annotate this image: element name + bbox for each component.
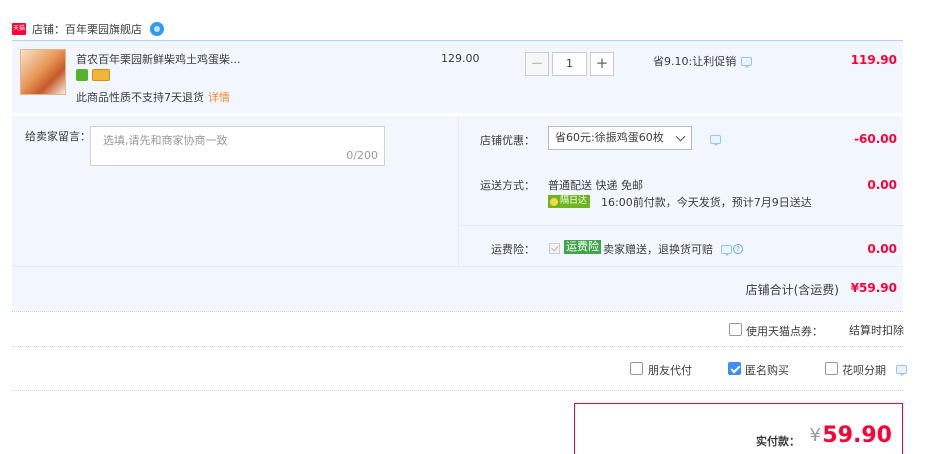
shop-total-value: ¥59.90 <box>850 281 897 295</box>
insurance-text: 卖家赠送，退换货可赔 <box>603 243 713 256</box>
wangwang-chat-icon[interactable] <box>150 22 164 36</box>
anonymous-purchase-checkbox[interactable] <box>728 362 741 375</box>
promotion-info-icon[interactable] <box>741 56 753 68</box>
unit-price: 129.00 <box>441 52 480 65</box>
quantity-stepper: − 1 + <box>525 52 614 76</box>
order-options-right: 店铺优惠： 省60元:徐振鸡蛋60枚 -60.00 运送方式： 普通配送 快递 … <box>458 116 904 266</box>
shop-coupon-select[interactable]: 省60元:徐振鸡蛋60枚 <box>548 126 692 150</box>
shipping-label: 运送方式： <box>480 179 535 192</box>
order-options-panel: 给卖家留言： 选填,请先和商家协商一致 0/200 店铺优惠： 省60元:徐振鸡… <box>12 116 904 266</box>
section-divider <box>12 390 903 391</box>
item-subtotal: 119.90 <box>850 53 897 67</box>
promotion-text: 省9.10:让利促销 <box>653 55 737 68</box>
quantity-input[interactable]: 1 <box>552 52 587 76</box>
section-divider <box>12 346 903 347</box>
shop-header: 天猫 店铺：百年栗园旗舰店 <box>12 18 164 40</box>
huabei-installment-checkbox[interactable] <box>825 362 838 375</box>
product-title[interactable]: 首农百年栗园新鲜柴鸡土鸡蛋柴... <box>76 51 241 67</box>
insurance-description: 卖家赠送，退换货可赔 ? <box>603 241 743 257</box>
anonymous-purchase-label: 匿名购买 <box>745 364 789 377</box>
tmall-points-note: 结算时扣除 <box>849 324 904 337</box>
shop-name[interactable]: 店铺：百年栗园旗舰店 <box>32 21 142 37</box>
shipping-method: 普通配送 快递 免邮 <box>548 179 643 192</box>
shop-coupon-selected: 省60元:徐振鸡蛋60枚 <box>555 131 664 144</box>
product-service-tags <box>76 69 110 81</box>
seller-message-char-count: 0/200 <box>346 149 378 162</box>
shop-coupon-label: 店铺优惠： <box>480 134 535 147</box>
insurance-chat-icon[interactable] <box>721 244 732 256</box>
credit-card-icon[interactable] <box>92 69 110 81</box>
actual-payment-amount: 59.90 <box>822 423 892 448</box>
actual-payment-label: 实付款： <box>756 435 800 448</box>
item-promotion: 省9.10:让利促销 <box>653 53 753 69</box>
return-policy-text: 此商品性质不支持7天退货 <box>76 91 204 104</box>
friend-pay-checkbox[interactable] <box>630 362 643 375</box>
coupon-info-icon[interactable] <box>710 135 721 146</box>
coupon-amount: -60.00 <box>854 132 897 146</box>
increase-quantity-button[interactable]: + <box>590 52 614 76</box>
return-policy-note: 此商品性质不支持7天退货 详情 <box>76 89 230 105</box>
huabei-installment-label: 花呗分期 <box>842 364 886 377</box>
next-day-badge: 隔日达 <box>548 195 591 208</box>
return-policy-details-link[interactable]: 详情 <box>208 91 230 104</box>
seller-message-label: 给卖家留言： <box>25 130 91 143</box>
next-day-badge-text: 隔日达 <box>560 196 588 206</box>
seller-message-textarea[interactable]: 选填,请先和商家协商一致 0/200 <box>90 126 385 166</box>
insurance-amount: 0.00 <box>867 242 897 256</box>
insurance-checkbox <box>549 243 560 254</box>
shipping-amount: 0.00 <box>867 178 897 192</box>
insurance-label: 运费险： <box>491 243 535 256</box>
guarantee-icon[interactable] <box>76 69 88 81</box>
actual-payment-box: 实付款： ¥ 59.90 <box>574 403 903 454</box>
insurance-tag: 运费险 <box>564 240 601 254</box>
help-icon[interactable]: ? <box>733 244 743 254</box>
tmall-points-checkbox[interactable] <box>729 323 742 336</box>
clock-icon <box>550 197 558 206</box>
section-divider <box>12 311 903 312</box>
product-thumbnail[interactable] <box>20 49 66 95</box>
chevron-down-icon <box>675 131 686 142</box>
shop-total-row: 店铺合计(含运费) ¥59.90 <box>12 266 903 311</box>
insurance-divider <box>459 225 904 226</box>
huabei-info-icon[interactable] <box>896 365 907 376</box>
seller-message-placeholder: 选填,请先和商家协商一致 <box>103 134 228 147</box>
tmall-icon: 天猫 <box>12 23 26 35</box>
shipping-estimate: 16:00前付款，今天发货，预计7月9日送达 <box>601 196 812 209</box>
tmall-points-label: 使用天猫点券： <box>746 325 823 338</box>
shop-total-label: 店铺合计(含运费) <box>745 283 839 297</box>
order-item-row: 首农百年栗园新鲜柴鸡土鸡蛋柴... 此商品性质不支持7天退货 详情 129.00 … <box>12 40 903 113</box>
decrease-quantity-button[interactable]: − <box>525 52 549 76</box>
friend-pay-label: 朋友代付 <box>648 364 692 377</box>
currency-symbol: ¥ <box>809 425 821 446</box>
